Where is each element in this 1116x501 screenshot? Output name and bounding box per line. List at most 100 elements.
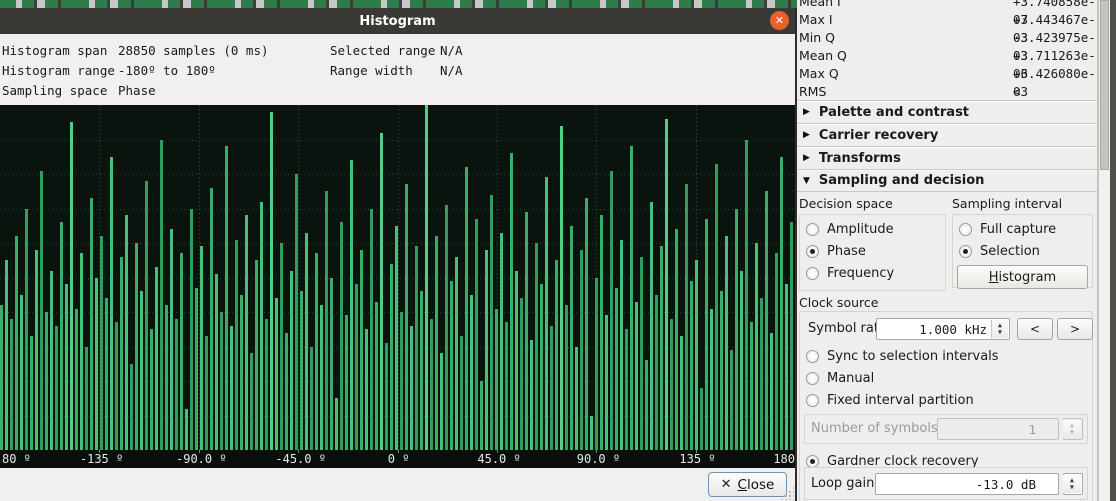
histogram-bar: [315, 253, 318, 450]
histogram-bar: [310, 347, 313, 451]
histogram-bar: [110, 157, 113, 450]
histogram-bar: [95, 278, 98, 451]
histogram-bar: [745, 140, 748, 451]
histogram-bar: [130, 364, 133, 450]
panel-scrollbar[interactable]: [1098, 0, 1110, 501]
histogram-bar: [475, 219, 478, 450]
radio-full-capture[interactable]: Full capture: [959, 218, 1092, 240]
histogram-bar: [90, 198, 93, 450]
radio-frequency[interactable]: Frequency: [806, 262, 945, 284]
step-down-button[interactable]: <: [1017, 318, 1053, 340]
histogram-bar: [445, 205, 448, 450]
radio-fixed-interval-partition[interactable]: Fixed interval partition: [806, 389, 1092, 411]
radio-icon: [806, 372, 819, 385]
window-close-icon[interactable]: ✕: [770, 11, 789, 30]
chevron-right-icon: ▶: [803, 130, 810, 140]
histogram-bar: [370, 209, 373, 451]
clock-source-group: Symbol rate 1.000 kHz ▲▼ < > Sync to sel…: [799, 311, 1093, 501]
histogram-bar: [125, 215, 128, 450]
section-header-palette-and-contrast[interactable]: ▶Palette and contrast: [797, 100, 1097, 123]
loop-gain-spinner[interactable]: ▲▼: [1063, 473, 1083, 495]
histogram-bar: [790, 222, 793, 450]
histogram-bar: [785, 284, 788, 450]
histogram-bar: [600, 215, 603, 450]
histogram-chart[interactable]: [0, 105, 795, 450]
stat-row-mean-q: Mean Q+3.711263e-06: [799, 47, 1097, 65]
axis-tick-mark: [398, 450, 399, 453]
axis-tick-label: -135 º: [80, 452, 123, 466]
radio-amplitude[interactable]: Amplitude: [806, 218, 945, 240]
histogram-bar: [105, 298, 108, 450]
clock-source-radios: Sync to selection intervalsManualFixed i…: [800, 345, 1092, 411]
histogram-bar: [685, 184, 688, 450]
section-header-sampling-and-decision[interactable]: ▼Sampling and decision: [797, 169, 1097, 192]
histogram-bar: [720, 291, 723, 450]
histogram-bar: [295, 174, 298, 450]
histogram-bar: [5, 260, 8, 450]
histogram-bar: [645, 360, 648, 450]
close-button[interactable]: ✕ Close: [708, 472, 787, 497]
histogram-bar: [755, 243, 758, 450]
histogram-bar: [350, 160, 353, 450]
section-header-carrier-recovery[interactable]: ▶Carrier recovery: [797, 123, 1097, 146]
histogram-bar: [145, 181, 148, 450]
chevron-right-icon: ▶: [803, 153, 810, 163]
histogram-bar: [400, 312, 403, 450]
histogram-bar: [345, 315, 348, 450]
histogram-bar: [205, 336, 208, 450]
histogram-bar: [75, 309, 78, 450]
histogram-bar: [135, 243, 138, 450]
loop-gain-label: Loop gain: [811, 476, 874, 491]
loop-gain-input[interactable]: -13.0 dB: [875, 473, 1059, 495]
histogram-bar: [335, 398, 338, 450]
axis-tick-label: 180: [773, 452, 795, 466]
histogram-bar: [260, 202, 263, 450]
axis-tick-mark: [596, 450, 597, 453]
num-symbols-input: 1: [937, 418, 1059, 440]
histogram-bar: [700, 388, 703, 450]
dialog-titlebar[interactable]: Histogram ✕: [0, 8, 795, 34]
radio-phase[interactable]: Phase: [806, 240, 945, 262]
histogram-bar: [725, 236, 728, 450]
histogram-bar: [415, 246, 418, 450]
histogram-button[interactable]: Histogram: [957, 265, 1088, 289]
symbol-rate-input[interactable]: 1.000 kHz ▲▼: [876, 318, 1010, 340]
step-up-button[interactable]: >: [1057, 318, 1093, 340]
histogram-bar: [575, 347, 578, 451]
decision-area: Decision space Sampling interval Amplitu…: [797, 194, 1097, 295]
histogram-bar: [565, 305, 568, 450]
histogram-bar: [585, 198, 588, 450]
histogram-bar: [255, 260, 258, 450]
histogram-bar: [270, 112, 273, 450]
radio-sync-to-selection-intervals[interactable]: Sync to selection intervals: [806, 345, 1092, 367]
histogram-bar: [525, 212, 528, 450]
axis-tick-label: 90.0 º: [577, 452, 620, 466]
histogram-bar: [340, 222, 343, 450]
histogram-bar: [425, 105, 428, 450]
symbol-rate-spinner[interactable]: ▲▼: [991, 320, 1008, 338]
dialog-footer: ✕ Close: [0, 468, 795, 501]
axis-tick-mark: [298, 450, 299, 453]
histogram-bar: [680, 336, 683, 450]
histogram-bar: [495, 309, 498, 450]
histogram-bar: [265, 319, 268, 450]
histogram-info-header: Histogram span28850 samples (0 ms)Histog…: [0, 34, 795, 105]
stat-row-rms: RMS< 0.00346407: [799, 83, 1097, 101]
sampling-interval-title: Sampling interval: [952, 196, 1062, 211]
stat-row-min-q: Min Q-3.423975e-03: [799, 29, 1097, 47]
axis-tick-label: -90.0 º: [176, 452, 227, 466]
histogram-bar: [235, 240, 238, 450]
section-header-transforms[interactable]: ▶Transforms: [797, 146, 1097, 169]
radio-selection[interactable]: Selection: [959, 240, 1092, 262]
scrollbar-thumb[interactable]: [1100, 0, 1109, 170]
histogram-bar: [245, 215, 248, 450]
radio-manual[interactable]: Manual: [806, 367, 1092, 389]
info-row-range-width: Range widthN/A: [330, 61, 463, 81]
histogram-bar: [635, 302, 638, 450]
histogram-bar: [355, 284, 358, 450]
info-row-histogram-span: Histogram span28850 samples (0 ms): [2, 41, 269, 61]
histogram-bar: [155, 267, 158, 450]
histogram-bar: [70, 122, 73, 450]
histogram-bar: [305, 233, 308, 450]
stat-row-mean-i: Mean I+3.740858e-07: [799, 0, 1097, 11]
